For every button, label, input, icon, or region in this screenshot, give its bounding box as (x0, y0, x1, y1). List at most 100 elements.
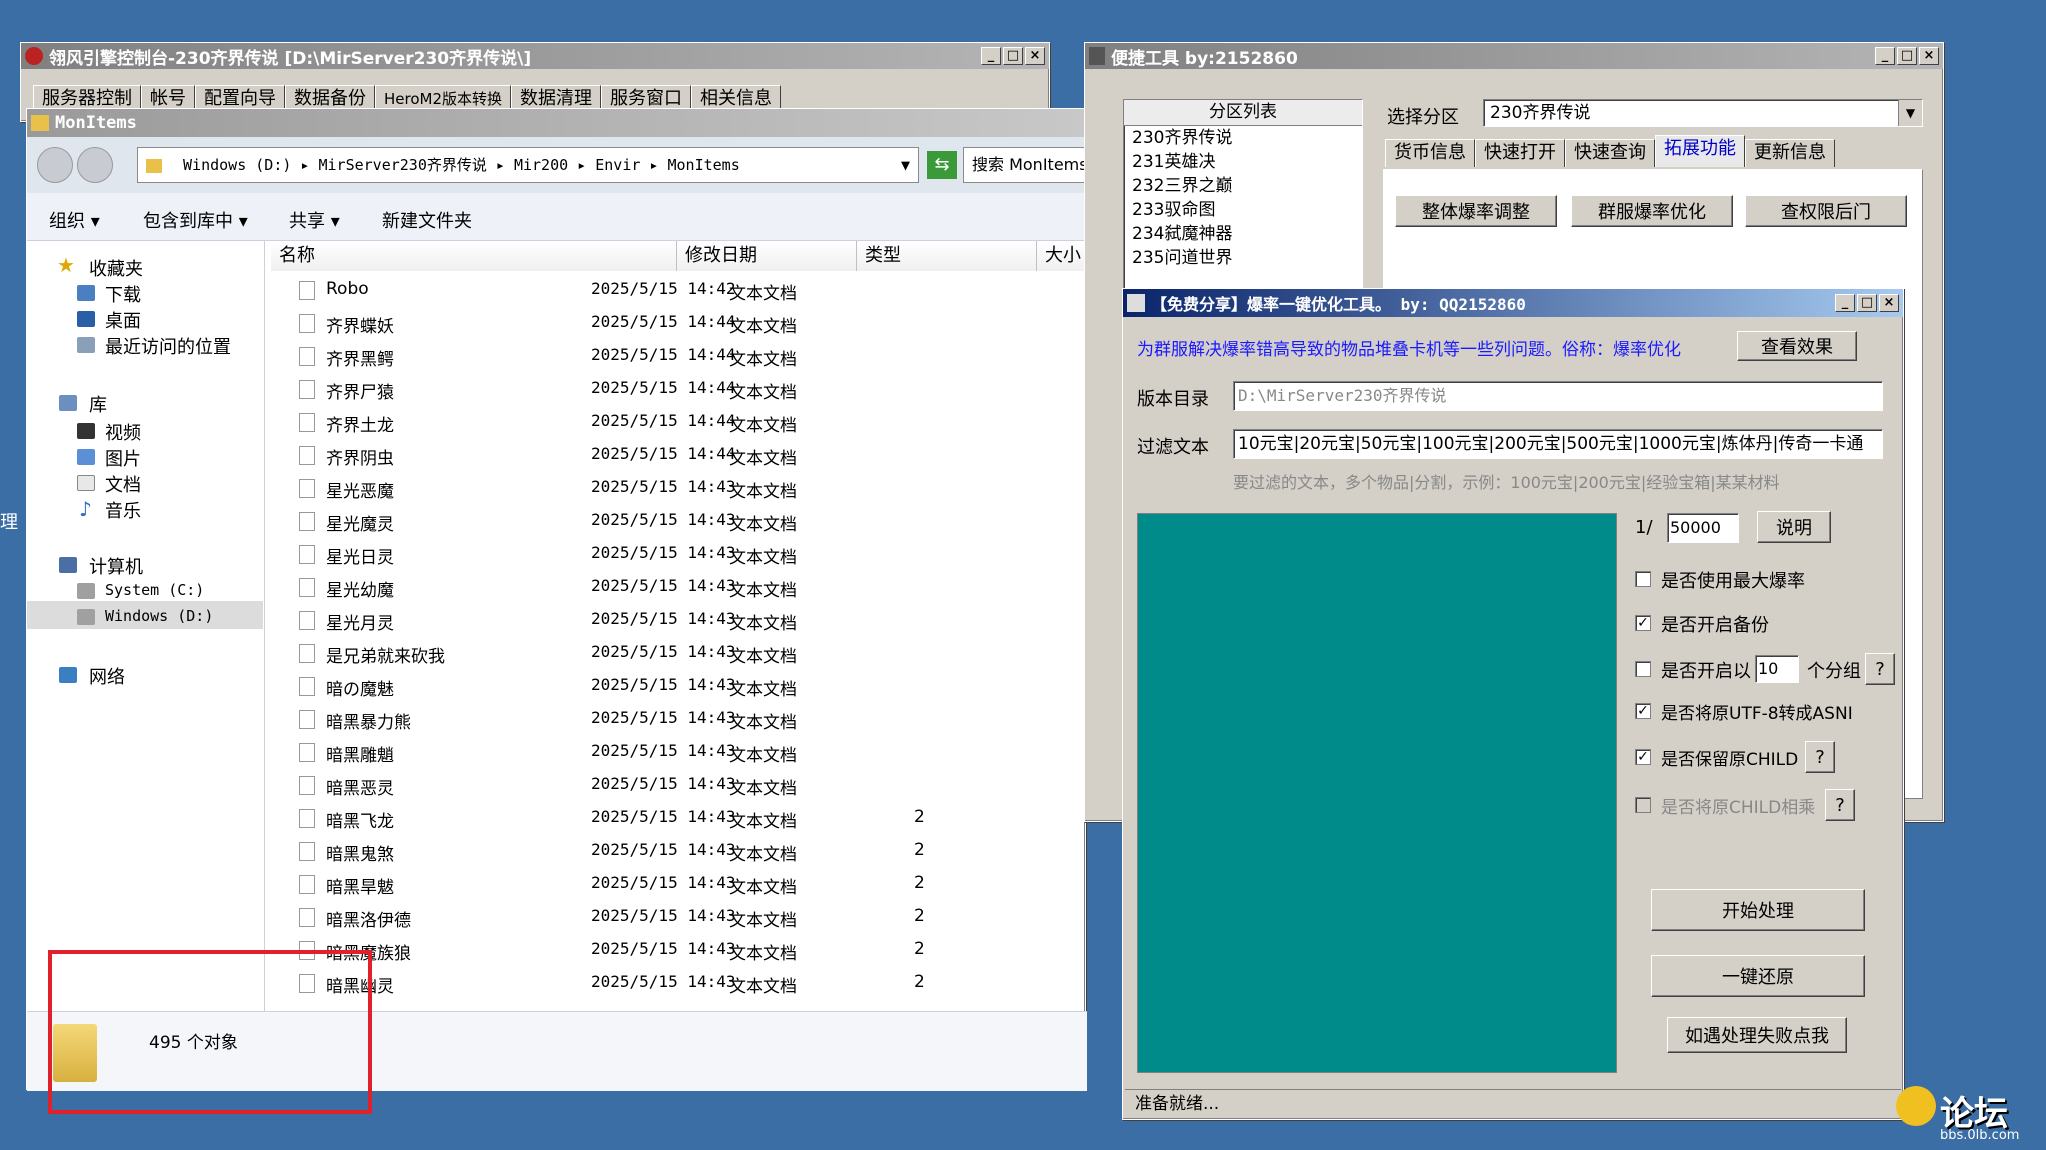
file-row[interactable]: 暗黑飞龙 2025/5/15 14:43 文本文档 2 (271, 801, 1087, 834)
forward-button[interactable] (77, 147, 113, 183)
file-row[interactable]: 齐界尸猿 2025/5/15 14:44 文本文档 (271, 372, 1087, 405)
file-row[interactable]: 星光幼魔 2025/5/15 14:43 文本文档 (271, 570, 1087, 603)
checkbox-group[interactable] (1635, 661, 1651, 677)
address-segment-mir200[interactable]: Mir200 (514, 156, 568, 174)
refresh-button[interactable]: ⇆ (927, 151, 957, 179)
file-row[interactable]: 暗黑暴力熊 2025/5/15 14:43 文本文档 (271, 702, 1087, 735)
file-row[interactable]: Robo 2025/5/15 14:42 文本文档 (271, 273, 1087, 306)
partition-item[interactable]: 234弑魔神器 (1124, 222, 1362, 246)
file-row[interactable]: 暗黑雕魈 2025/5/15 14:43 文本文档 (271, 735, 1087, 768)
close-icon[interactable]: × (1025, 47, 1045, 65)
address-segment-monitems[interactable]: MonItems (668, 156, 740, 174)
chevron-down-icon[interactable]: ▼ (901, 148, 910, 182)
checkbox-max-droprate[interactable] (1635, 571, 1651, 587)
engine-console-titlebar[interactable]: 翎风引擎控制台-230齐界传说 [D:\MirServer230齐界传说\] _… (21, 43, 1049, 69)
tab-update-info[interactable]: 更新信息 (1745, 139, 1835, 167)
file-row[interactable]: 齐界黑鳄 2025/5/15 14:44 文本文档 (271, 339, 1087, 372)
file-row[interactable]: 星光恶魔 2025/5/15 14:43 文本文档 (271, 471, 1087, 504)
checkbox-backup[interactable]: ✓ (1635, 615, 1651, 631)
optimizer-titlebar[interactable]: 【免费分享】爆率一键优化工具。 by: QQ2152860 _ □ × (1123, 289, 1903, 317)
partition-item[interactable]: 231英雄决 (1124, 150, 1362, 174)
nav-downloads[interactable]: 下载 (105, 281, 141, 307)
nav-videos[interactable]: 视频 (105, 419, 141, 445)
address-segment-drive[interactable]: Windows (D:) (183, 156, 291, 174)
tab-quick-query[interactable]: 快速查询 (1565, 139, 1655, 167)
nav-network[interactable]: 网络 (89, 663, 125, 689)
partition-select[interactable]: 230齐界传说 ▼ (1483, 99, 1923, 127)
partition-item[interactable]: 235问道世界 (1124, 246, 1362, 270)
file-row[interactable]: 暗黑鬼煞 2025/5/15 14:43 文本文档 2 (271, 834, 1087, 867)
checkbox-child-multiply[interactable] (1635, 797, 1651, 813)
file-row[interactable]: 暗黑恶灵 2025/5/15 14:43 文本文档 (271, 768, 1087, 801)
file-row[interactable]: 星光日灵 2025/5/15 14:43 文本文档 (271, 537, 1087, 570)
nav-drive-d[interactable]: Windows (D:) (105, 607, 213, 625)
nav-drive-c[interactable]: System (C:) (105, 581, 204, 599)
file-row[interactable]: 暗黑洛伊德 2025/5/15 14:43 文本文档 2 (271, 900, 1087, 933)
quick-tool-titlebar[interactable]: 便捷工具 by:2152860 _ □ × (1085, 43, 1943, 69)
ratio-input[interactable]: 50000 (1667, 513, 1739, 543)
partition-list-header[interactable]: 分区列表 (1124, 100, 1362, 126)
address-segment-envir[interactable]: Envir (595, 156, 640, 174)
filter-input[interactable]: 10元宝|20元宝|50元宝|100元宝|200元宝|500元宝|1000元宝|… (1233, 429, 1883, 459)
file-row[interactable]: 暗黑幽灵 2025/5/15 14:43 文本文档 2 (271, 966, 1087, 999)
close-icon[interactable]: × (1879, 294, 1899, 312)
file-row[interactable]: 星光魔灵 2025/5/15 14:43 文本文档 (271, 504, 1087, 537)
group-droprate-button[interactable]: 群服爆率优化 (1571, 195, 1733, 227)
file-row[interactable]: 是兄弟就来砍我 2025/5/15 14:43 文本文档 (271, 636, 1087, 669)
maximize-icon[interactable]: □ (1897, 47, 1917, 65)
nav-pictures[interactable]: 图片 (105, 445, 141, 471)
maximize-icon[interactable]: □ (1857, 294, 1877, 312)
include-in-library-button[interactable]: 包含到库中 ▾ (143, 207, 248, 233)
check-backdoor-button[interactable]: 查权限后门 (1745, 195, 1907, 227)
search-input[interactable]: 搜索 MonItems (963, 147, 1087, 183)
share-button[interactable]: 共享 ▾ (289, 207, 340, 233)
dir-input[interactable]: D:\MirServer230齐界传说 (1233, 381, 1883, 411)
partition-item[interactable]: 230齐界传说 (1124, 126, 1362, 150)
start-process-button[interactable]: 开始处理 (1651, 889, 1865, 931)
file-row[interactable]: 齐界阴虫 2025/5/15 14:44 文本文档 (271, 438, 1087, 471)
child-multiply-help-button[interactable]: ? (1825, 789, 1855, 821)
organize-button[interactable]: 组织 ▾ (49, 207, 100, 233)
close-icon[interactable]: × (1919, 47, 1939, 65)
tab-currency-info[interactable]: 货币信息 (1385, 139, 1475, 167)
file-row[interactable]: 暗の魔魅 2025/5/15 14:43 文本文档 (271, 669, 1087, 702)
partition-item[interactable]: 233驭命图 (1124, 198, 1362, 222)
file-row[interactable]: 星光月灵 2025/5/15 14:43 文本文档 (271, 603, 1087, 636)
minimize-icon[interactable]: _ (1875, 47, 1895, 65)
nav-recent[interactable]: 最近访问的位置 (105, 333, 231, 359)
checkbox-keep-child[interactable]: ✓ (1635, 749, 1651, 765)
overall-droprate-button[interactable]: 整体爆率调整 (1395, 195, 1557, 227)
column-header-size[interactable]: 大小 (1037, 241, 1087, 271)
maximize-icon[interactable]: □ (1003, 47, 1023, 65)
checkbox-utf8[interactable]: ✓ (1635, 703, 1651, 719)
nav-favorites[interactable]: 收藏夹 (89, 255, 143, 281)
explain-button[interactable]: 说明 (1757, 511, 1831, 543)
file-row[interactable]: 齐界蝶妖 2025/5/15 14:44 文本文档 (271, 306, 1087, 339)
address-bar[interactable]: Windows (D:) ▸ MirServer230齐界传说 ▸ Mir200… (137, 147, 919, 183)
restore-button[interactable]: 一键还原 (1651, 955, 1865, 997)
file-row[interactable]: 暗黑魔族狼 2025/5/15 14:43 文本文档 2 (271, 933, 1087, 966)
nav-computer[interactable]: 计算机 (89, 553, 143, 579)
file-row[interactable]: 暗黑旱魃 2025/5/15 14:43 文本文档 2 (271, 867, 1087, 900)
nav-libraries[interactable]: 库 (89, 391, 107, 417)
tab-quick-open[interactable]: 快速打开 (1475, 139, 1565, 167)
keep-child-help-button[interactable]: ? (1805, 741, 1835, 773)
partition-list[interactable]: 分区列表 230齐界传说 231英雄决 232三界之巅 233驭命图 234弑魔… (1123, 99, 1363, 291)
partition-item[interactable]: 232三界之巅 (1124, 174, 1362, 198)
nav-desktop[interactable]: 桌面 (105, 307, 141, 333)
back-button[interactable] (37, 147, 73, 183)
address-segment-server[interactable]: MirServer230齐界传说 (319, 156, 487, 174)
nav-documents[interactable]: 文档 (105, 471, 141, 497)
fail-help-button[interactable]: 如遇处理失败点我 (1667, 1017, 1847, 1053)
tab-extensions[interactable]: 拓展功能 (1655, 135, 1745, 167)
group-help-button[interactable]: ? (1865, 653, 1895, 685)
nav-music[interactable]: 音乐 (105, 497, 141, 523)
minimize-icon[interactable]: _ (981, 47, 1001, 65)
view-effect-button[interactable]: 查看效果 (1737, 331, 1857, 361)
column-header-type[interactable]: 类型 (857, 241, 1037, 271)
file-row[interactable]: 齐界土龙 2025/5/15 14:44 文本文档 (271, 405, 1087, 438)
minimize-icon[interactable]: _ (1835, 294, 1855, 312)
new-folder-button[interactable]: 新建文件夹 (382, 207, 472, 233)
explorer-titlebar[interactable]: MonItems (27, 109, 1085, 137)
column-header-date[interactable]: 修改日期 (677, 241, 857, 271)
